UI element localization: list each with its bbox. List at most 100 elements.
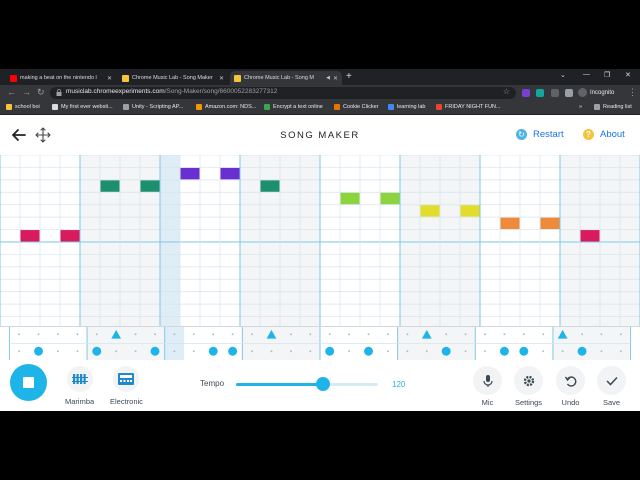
empty-dot[interactable] — [270, 350, 273, 353]
drum-hit[interactable] — [92, 346, 102, 356]
drum-hit[interactable] — [34, 346, 43, 356]
bookmark-item[interactable]: Cookie Clicker — [334, 104, 378, 110]
drum-hit[interactable] — [364, 346, 373, 356]
bookmark-item[interactable]: school boi — [6, 104, 40, 110]
empty-dot[interactable] — [115, 350, 118, 353]
empty-dot[interactable] — [18, 333, 21, 336]
empty-dot[interactable] — [348, 350, 351, 353]
empty-dot[interactable] — [406, 350, 409, 353]
bookmark-item[interactable]: Encrypt a text online — [264, 104, 323, 110]
tab-youtube[interactable]: making a beat on the nintendo l ✕ — [6, 71, 116, 85]
empty-dot[interactable] — [484, 350, 486, 353]
empty-dot[interactable] — [231, 333, 234, 336]
tab-song-maker-active[interactable]: Chrome Music Lab - Song M ◀ ✕ — [230, 71, 342, 85]
empty-dot[interactable] — [386, 350, 389, 353]
empty-dot[interactable] — [154, 333, 156, 336]
new-tab-button[interactable]: + — [346, 72, 352, 82]
empty-dot[interactable] — [37, 333, 40, 336]
undo-button[interactable]: Undo — [556, 366, 585, 407]
drum-hit[interactable] — [228, 346, 238, 356]
empty-dot[interactable] — [484, 333, 486, 336]
note-block[interactable] — [20, 230, 40, 242]
media-icon[interactable] — [565, 89, 573, 97]
empty-dot[interactable] — [76, 333, 79, 336]
note-block[interactable] — [260, 180, 280, 192]
puzzle-icon[interactable] — [551, 89, 559, 97]
empty-dot[interactable] — [328, 333, 331, 336]
empty-dot[interactable] — [18, 350, 21, 353]
empty-dot[interactable] — [173, 333, 176, 336]
instrument-electronic-button[interactable]: Electronic — [110, 366, 143, 406]
reload-icon[interactable]: ↻ — [37, 87, 45, 98]
drum-hit[interactable] — [208, 346, 218, 356]
stop-button[interactable] — [10, 364, 47, 401]
extension-icon[interactable] — [536, 89, 544, 97]
empty-dot[interactable] — [581, 333, 584, 336]
close-icon[interactable]: ✕ — [107, 75, 112, 82]
empty-dot[interactable] — [464, 333, 467, 336]
close-icon[interactable]: ✕ — [333, 75, 338, 82]
empty-dot[interactable] — [309, 333, 312, 336]
bookmark-item[interactable]: Amazon.com: NDS... — [196, 104, 256, 110]
speaker-icon[interactable]: ◀ — [326, 75, 330, 81]
forward-icon[interactable]: → — [22, 87, 31, 98]
restore-icon[interactable]: ❐ — [604, 71, 610, 79]
empty-dot[interactable] — [386, 333, 389, 336]
bookmark-item[interactable]: FRIDAY NIGHT FUN... — [436, 104, 501, 110]
settings-button[interactable]: Settings — [514, 366, 543, 407]
empty-dot[interactable] — [542, 350, 545, 353]
tempo-slider-handle[interactable] — [315, 377, 330, 391]
empty-dot[interactable] — [251, 350, 254, 353]
note-block[interactable] — [140, 180, 160, 192]
empty-dot[interactable] — [542, 333, 545, 336]
empty-dot[interactable] — [619, 350, 622, 353]
note-block[interactable] — [420, 205, 440, 217]
empty-dot[interactable] — [503, 333, 506, 336]
empty-dot[interactable] — [56, 350, 59, 353]
tab-search-icon[interactable]: ⌄ — [560, 71, 566, 79]
drum-hit[interactable] — [150, 346, 160, 356]
bookmark-item[interactable]: My first ever websit... — [52, 104, 113, 110]
drum-hit[interactable] — [325, 346, 335, 356]
note-block[interactable] — [540, 217, 560, 230]
note-block[interactable] — [580, 230, 600, 242]
save-button[interactable]: Save — [597, 366, 626, 407]
empty-dot[interactable] — [348, 333, 351, 336]
bookmark-item[interactable]: learning lab — [388, 104, 425, 110]
note-block[interactable] — [220, 167, 240, 180]
drum-hit[interactable] — [577, 346, 587, 356]
empty-dot[interactable] — [522, 333, 525, 336]
empty-dot[interactable] — [76, 350, 79, 353]
empty-dot[interactable] — [619, 333, 622, 336]
empty-dot[interactable] — [445, 333, 448, 336]
address-bar[interactable]: musiclab.chromeexperiments.com/Song-Make… — [50, 87, 516, 99]
empty-dot[interactable] — [56, 333, 59, 336]
empty-dot[interactable] — [600, 350, 603, 353]
empty-dot[interactable] — [600, 333, 603, 336]
minimize-icon[interactable]: — — [583, 71, 590, 78]
instrument-marimba-button[interactable]: Marimba — [65, 366, 94, 406]
empty-dot[interactable] — [134, 350, 137, 353]
tab-song-maker-1[interactable]: Chrome Music Lab - Song Maker ✕ — [118, 71, 228, 85]
empty-dot[interactable] — [561, 350, 564, 353]
empty-dot[interactable] — [192, 333, 195, 336]
extension-icon[interactable] — [522, 89, 530, 97]
empty-dot[interactable] — [309, 350, 312, 353]
bookmark-star-icon[interactable]: ☆ — [503, 87, 510, 96]
note-block[interactable] — [180, 167, 200, 180]
note-block[interactable] — [60, 230, 80, 242]
reading-list-button[interactable]: Reading list — [594, 104, 632, 110]
note-block[interactable] — [340, 192, 360, 205]
note-block[interactable] — [500, 217, 520, 230]
about-button[interactable]: ? About — [583, 129, 625, 140]
note-block[interactable] — [100, 180, 120, 192]
drum-hit[interactable] — [519, 346, 529, 356]
empty-dot[interactable] — [192, 350, 195, 353]
melody-grid[interactable] — [0, 155, 640, 329]
empty-dot[interactable] — [95, 333, 98, 336]
mic-button[interactable]: Mic — [473, 366, 502, 407]
menu-icon[interactable]: ⋮ — [628, 87, 637, 98]
note-block[interactable] — [380, 192, 400, 205]
restart-button[interactable]: ↻ Restart — [516, 129, 564, 140]
empty-dot[interactable] — [289, 350, 292, 353]
